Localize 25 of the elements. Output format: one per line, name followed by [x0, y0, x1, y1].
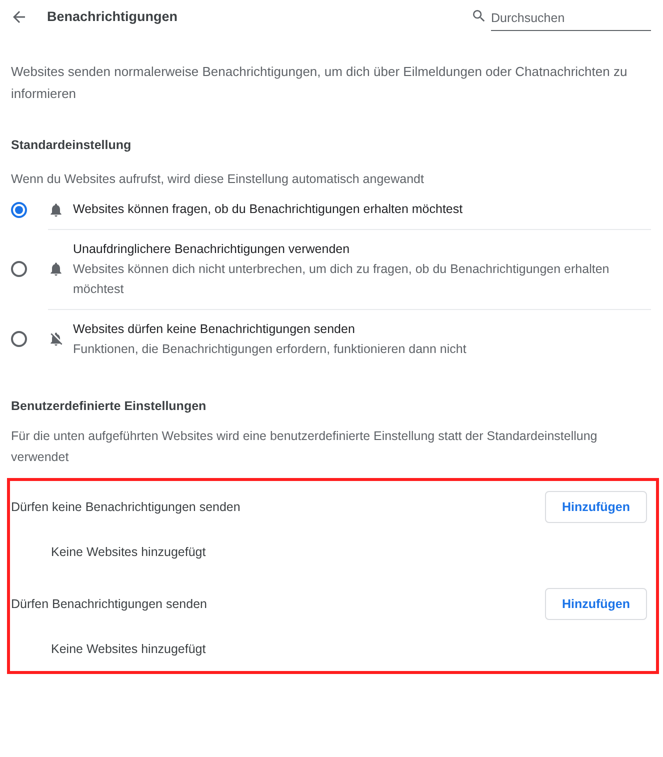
option-label: Websites können fragen, ob du Benachrichtigungen erhalten möchtest — [73, 201, 464, 218]
section-heading: Benutzerdefinierte Einstellungen — [10, 398, 208, 415]
radio-button[interactable] — [11, 261, 27, 277]
section-description: Für die unten aufgeführten Websites wird eine benutzerdefinierte Einstellung statt der Standardeinstellung verwendet — [10, 428, 598, 466]
add-button[interactable]: Hinzufügen — [544, 491, 647, 524]
option-label: Unaufdringlichere Benachrichtigungen verwenden — [73, 240, 351, 258]
bell-icon — [48, 202, 64, 218]
section-description: Wenn du Websites aufrufst, wird diese Einstellung automatisch angewandt — [10, 170, 425, 188]
add-button[interactable]: Hinzufügen — [544, 588, 647, 620]
intro-text: Websites senden normalerweise Benachrichtigungen, um dich über Eilmeldungen oder Chatnachrichten zu informieren — [10, 63, 628, 103]
option-description: Websites können dich nicht unterbrechen, um dich zu fragen, ob du Benachrichtigungen erhalten möchtest — [73, 260, 610, 298]
radio-button[interactable] — [11, 202, 27, 218]
bell-off-icon — [48, 331, 64, 347]
option-description: Funktionen, die Benachrichtigungen erfordern, funktionieren dann nicht — [73, 340, 468, 358]
page-title: Benachrichtigungen — [47, 8, 178, 26]
list-title: Dürfen Benachrichtigungen senden — [11, 596, 207, 613]
search-field[interactable]: Durchsuchen — [491, 5, 651, 31]
search-icon — [471, 8, 487, 24]
empty-list-text: Keine Websites hinzugefügt — [51, 544, 207, 562]
list-title: Dürfen keine Benachrichtigungen senden — [11, 498, 240, 516]
bell-icon — [48, 261, 64, 277]
empty-list-text: Keine Websites hinzugefügt — [51, 641, 207, 658]
radio-button[interactable] — [11, 331, 27, 347]
section-heading: Standardeinstellung — [10, 137, 132, 154]
option-label: Websites dürfen keine Benachrichtigungen senden — [73, 320, 356, 338]
